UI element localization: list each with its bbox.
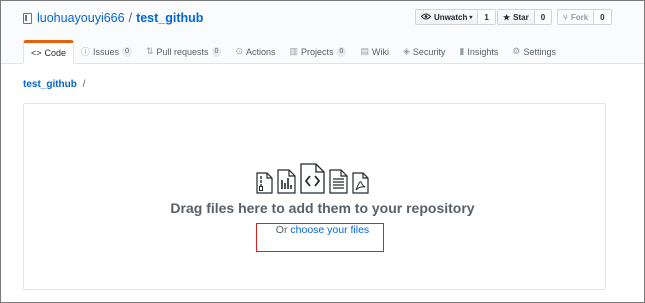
watch-group: Unwatch ▾ 1: [415, 9, 496, 25]
annotation-highlight-box: [256, 223, 384, 252]
tab-settings-label: Settings: [523, 46, 556, 57]
tab-projects-count: 0: [336, 46, 347, 57]
tab-pull-requests-count: 0: [211, 46, 222, 57]
tab-wiki[interactable]: ▤ Wiki: [353, 40, 396, 63]
star-button[interactable]: ★ Star: [497, 9, 535, 25]
fork-label: Fork: [570, 12, 589, 22]
issue-icon: ⓘ: [81, 47, 91, 57]
repo-separator: /: [128, 11, 133, 25]
tab-issues-label: Issues: [93, 46, 120, 57]
shield-icon: ◈: [402, 46, 410, 56]
file-chart-icon: [277, 169, 296, 194]
repo-name-link[interactable]: test_github: [136, 11, 203, 25]
file-pdf-icon: [352, 172, 369, 194]
star-label: Star: [513, 12, 529, 22]
tab-code[interactable]: <> Code: [23, 40, 75, 64]
tab-issues[interactable]: ⓘ Issues 0: [74, 40, 139, 63]
unwatch-button[interactable]: Unwatch ▾: [415, 9, 479, 25]
code-icon: <>: [31, 48, 42, 58]
file-text-icon: [329, 169, 348, 194]
tab-actions-label: Actions: [246, 46, 276, 57]
pull-request-icon: ⇅: [145, 46, 154, 56]
file-zip-icon: [256, 172, 273, 194]
graph-icon: ▮: [459, 46, 465, 56]
stars-count[interactable]: 0: [534, 9, 553, 25]
star-group: ★ Star 0: [497, 9, 553, 25]
tab-wiki-label: Wiki: [371, 46, 389, 57]
forks-count[interactable]: 0: [594, 9, 612, 25]
breadcrumb-repo-link[interactable]: test_github: [23, 79, 77, 90]
repo-title: luohuayouyi666 / test_github: [23, 11, 203, 25]
fork-button[interactable]: ⑂ Fork: [557, 9, 595, 25]
eye-icon: [420, 13, 432, 22]
unwatch-label: Unwatch: [434, 12, 468, 22]
breadcrumb: test_github /: [23, 79, 85, 90]
repo-icon: [23, 12, 32, 24]
breadcrumb-slash: /: [82, 79, 86, 90]
watchers-count[interactable]: 1: [478, 9, 496, 25]
tab-pull-requests-label: Pull requests: [156, 46, 209, 57]
fork-icon: ⑂: [563, 12, 568, 22]
file-code-icon: [300, 163, 325, 194]
tab-security-label: Security: [412, 46, 446, 57]
tab-projects[interactable]: ▥ Projects 0: [283, 40, 354, 63]
tab-insights[interactable]: ▮ Insights: [452, 40, 505, 63]
chevron-down-icon: ▾: [469, 14, 473, 21]
play-icon: ⊙: [235, 46, 243, 56]
tab-code-label: Code: [44, 48, 67, 58]
book-icon: ▤: [360, 46, 369, 56]
gear-icon: ⚙: [512, 46, 521, 56]
tab-settings[interactable]: ⚙ Settings: [505, 40, 563, 63]
star-icon: ★: [503, 12, 511, 22]
tab-pull-requests[interactable]: ⇅ Pull requests 0: [139, 40, 228, 63]
repo-nav-tabs: <> Code ⓘ Issues 0 ⇅ Pull requests 0 ⊙ A…: [23, 40, 563, 64]
fork-group: ⑂ Fork 0: [557, 9, 612, 25]
project-icon: ▥: [289, 46, 299, 56]
file-drop-zone[interactable]: [23, 103, 606, 290]
tab-insights-label: Insights: [467, 46, 499, 57]
tab-issues-count: 0: [122, 46, 132, 57]
tab-actions[interactable]: ⊙ Actions: [228, 40, 282, 63]
repo-owner-link[interactable]: luohuayouyi666: [37, 11, 125, 25]
drop-heading: Drag files here to add them to your repo…: [170, 200, 475, 216]
tab-projects-label: Projects: [301, 46, 334, 57]
file-type-icons: [254, 163, 371, 194]
tab-security[interactable]: ◈ Security: [396, 40, 452, 63]
